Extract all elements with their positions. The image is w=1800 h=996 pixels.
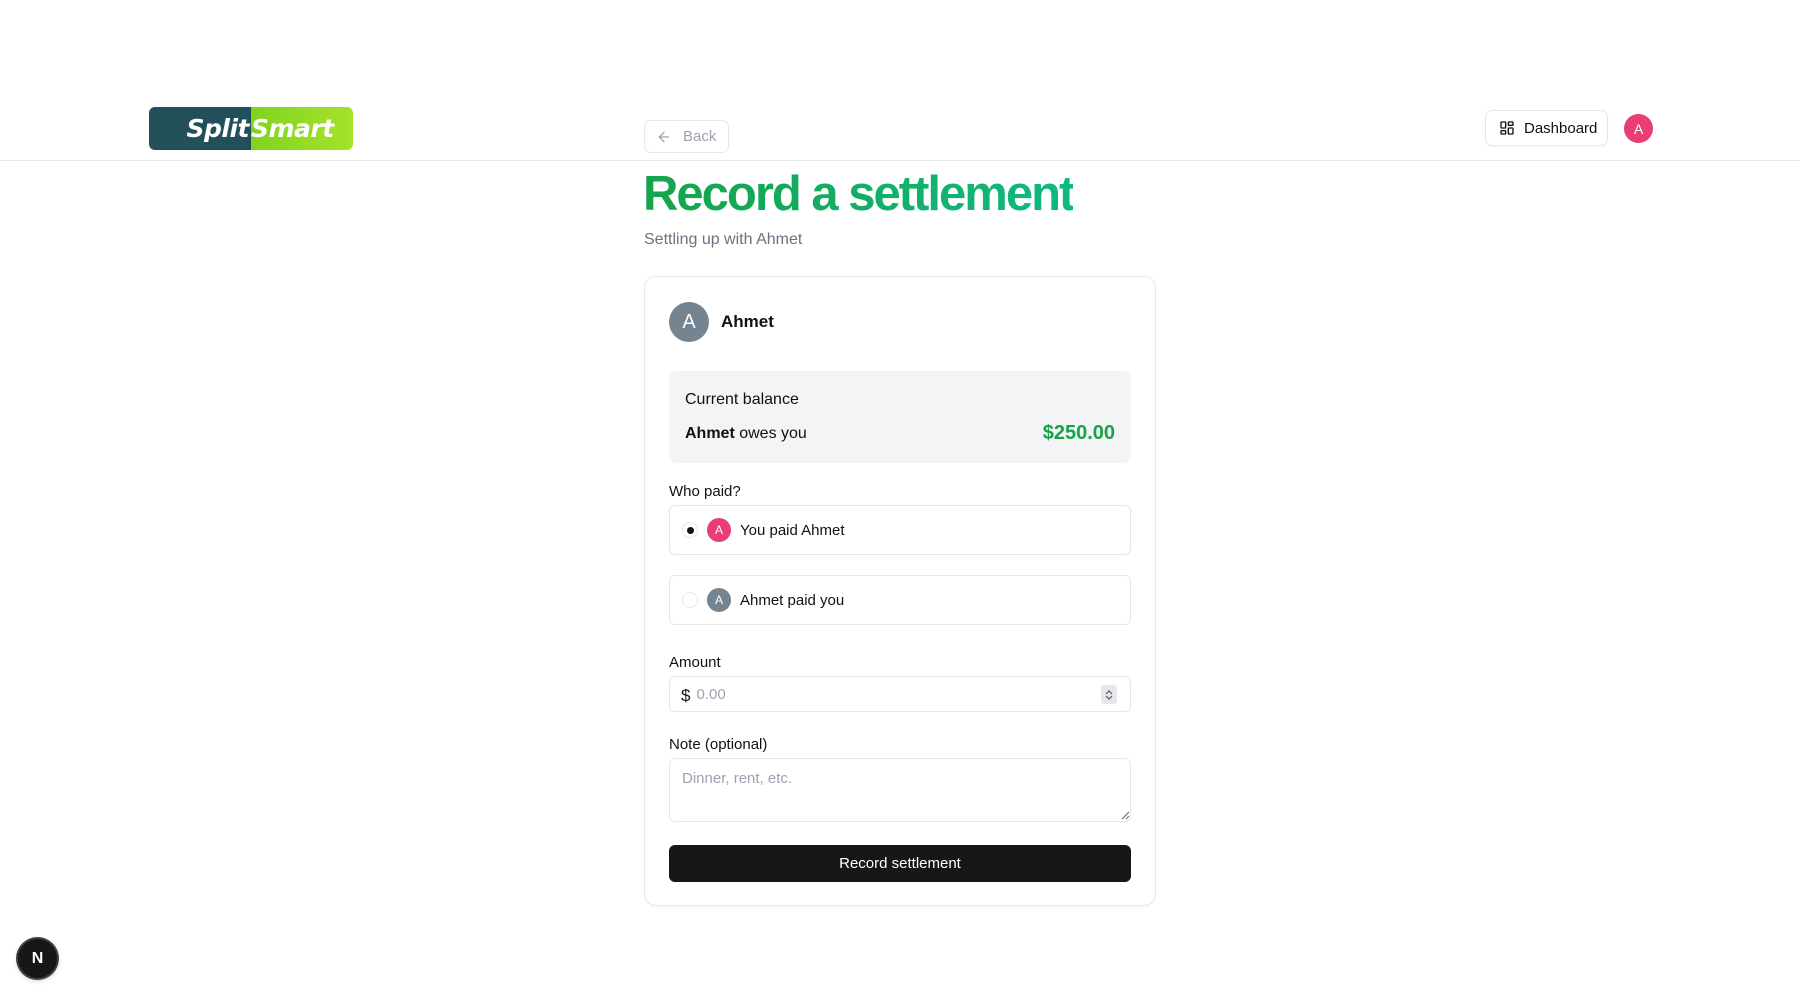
who-paid-label: Who paid? — [669, 483, 741, 500]
chevron-down-icon[interactable] — [1105, 695, 1113, 701]
page-title: Record a settlement — [643, 164, 1075, 224]
page: Split Smart Back Dashboard A Record a se… — [0, 0, 1800, 996]
option-label-they-paid: Ahmet paid you — [740, 591, 845, 609]
note-label: Note (optional) — [669, 736, 768, 753]
note-textarea[interactable] — [669, 758, 1131, 822]
dashboard-button[interactable]: Dashboard — [1485, 110, 1608, 146]
amount-input[interactable] — [696, 685, 1077, 703]
logo-left-text: Split — [186, 114, 250, 143]
dollar-sign: $ — [681, 686, 691, 705]
balance-relation: owes you — [734, 425, 807, 442]
balance-amount: $250.00 — [1042, 422, 1115, 444]
arrow-left-icon — [658, 131, 670, 142]
option-label-you-paid: You paid Ahmet — [740, 521, 845, 539]
dashboard-button-label: Dashboard — [1524, 119, 1598, 137]
dashboard-grid-icon — [1500, 121, 1514, 135]
person-header: A Ahmet — [669, 302, 774, 342]
dev-tools-badge[interactable]: N — [18, 939, 57, 978]
split-smart-logo[interactable]: Split Smart — [149, 107, 353, 150]
amount-label: Amount — [669, 654, 721, 671]
person-name: Ahmet — [721, 312, 774, 331]
resize-handle-icon[interactable] — [1120, 810, 1130, 820]
option-you-paid[interactable]: A You paid Ahmet — [669, 505, 1131, 555]
balance-title: Current balance — [685, 391, 799, 408]
balance-debtor: Ahmet — [685, 425, 735, 442]
amount-stepper[interactable] — [1101, 685, 1117, 704]
back-button-label: Back — [683, 128, 717, 145]
option-avatar-you: A — [707, 518, 731, 542]
option-avatar-ahmet: A — [707, 588, 731, 612]
user-avatar[interactable]: A — [1624, 114, 1653, 143]
option-they-paid[interactable]: A Ahmet paid you — [669, 575, 1131, 625]
logo-right-part: Smart — [251, 107, 353, 150]
back-button[interactable]: Back — [644, 120, 729, 153]
logo-right-text: Smart — [251, 114, 334, 143]
settlement-card: A Ahmet Current balance Ahmet owes you $… — [644, 276, 1156, 906]
page-subtitle: Settling up with Ahmet — [644, 231, 803, 248]
header-divider — [0, 160, 1800, 161]
balance-description: Ahmet owes you — [685, 425, 807, 443]
record-settlement-button[interactable]: Record settlement — [669, 845, 1131, 882]
person-avatar: A — [669, 302, 709, 342]
amount-field[interactable]: $ — [669, 676, 1131, 712]
logo-left-part: Split — [149, 107, 251, 150]
balance-box: Current balance Ahmet owes you $250.00 — [669, 371, 1131, 463]
radio-they-paid[interactable] — [682, 592, 698, 608]
radio-you-paid[interactable] — [682, 522, 698, 538]
